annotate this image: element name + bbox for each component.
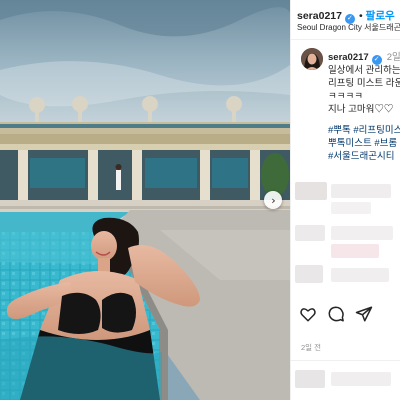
- hashtag-line-2[interactable]: 뿌톡미스트 #브롬: [328, 135, 397, 149]
- caption-line-2: 리프팅 미스트 라운딩: [328, 78, 400, 89]
- hashtag-line-1[interactable]: #뿌톡 #리프팅미스트: [328, 122, 400, 136]
- caption-line-3: ㅋㅋㅋㅋ: [328, 91, 363, 102]
- blurred-comment-text: [331, 244, 379, 258]
- post-actions: [291, 300, 400, 330]
- heart-icon[interactable]: [299, 305, 317, 323]
- avatar-image: [301, 48, 323, 70]
- avatar[interactable]: [301, 48, 323, 70]
- blurred-comment-avatar: [295, 182, 327, 200]
- caption-line-4: 지나 고마워♡♡: [328, 104, 394, 115]
- hashtag-line-3[interactable]: #서울드래곤시티: [328, 148, 394, 162]
- paper-plane-icon[interactable]: [355, 305, 373, 323]
- post-image-art: [0, 0, 290, 400]
- caption-line-1: 일상에서 관리하는 리프팅: [328, 65, 400, 76]
- blurred-comment-text: [331, 226, 393, 240]
- post-header: sera0217✓•팔로우 Seoul Dragon City 서울드래곤시티: [291, 0, 400, 40]
- post-side-panel: sera0217✓•팔로우 Seoul Dragon City 서울드래곤시티 …: [290, 0, 400, 400]
- separator-dot: •: [358, 10, 363, 22]
- follow-button[interactable]: 팔로우: [366, 10, 395, 22]
- carousel-next-button[interactable]: ›: [264, 191, 282, 209]
- chevron-right-icon: ›: [271, 193, 276, 207]
- post-timestamp: 2일 전: [301, 343, 322, 352]
- location-link[interactable]: Seoul Dragon City 서울드래곤시티: [297, 22, 400, 33]
- blurred-comment-text: [331, 268, 389, 282]
- blurred-comment-text: [331, 372, 391, 386]
- comment-icon[interactable]: [327, 305, 345, 323]
- blurred-comment-avatar: [295, 225, 325, 241]
- author-username-link[interactable]: sera0217: [297, 10, 342, 22]
- divider: [291, 360, 400, 361]
- blurred-comment-avatar: [295, 265, 323, 283]
- post-photo[interactable]: ›: [0, 0, 290, 400]
- blurred-comment-avatar: [295, 370, 325, 388]
- post-caption: sera0217✓2일 일상에서 관리하는 리프팅 리프팅 미스트 라운딩 ㅋㅋ…: [291, 40, 400, 295]
- blurred-comment-text: [331, 184, 391, 198]
- blurred-comment-text: [331, 202, 371, 214]
